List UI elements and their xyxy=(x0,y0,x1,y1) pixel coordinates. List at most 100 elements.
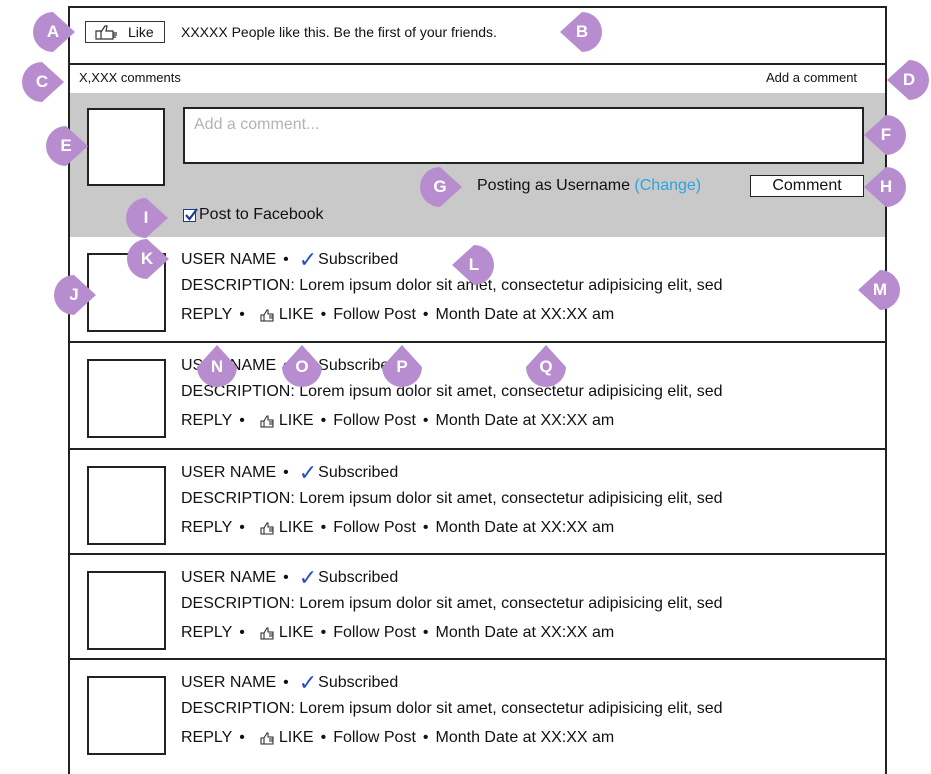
like-comment-link[interactable]: LIKE xyxy=(279,729,314,747)
comment-timestamp[interactable]: Month Date at XX:XX am xyxy=(436,306,615,324)
like-comment-link[interactable]: LIKE xyxy=(279,519,314,537)
comment-item: USER NAME • ✓ Subscribed DESCRIPTION: Lo… xyxy=(70,343,885,449)
comment-actions: REPLY • LIKE • Follow Post • Month Date … xyxy=(181,729,614,747)
thumbs-up-icon xyxy=(260,732,274,744)
marker-letter: J xyxy=(69,285,79,304)
commenter-name[interactable]: USER NAME xyxy=(181,674,276,692)
annotation-marker-p: P xyxy=(380,345,424,389)
like-comment-link[interactable]: LIKE xyxy=(279,306,314,324)
composer-avatar xyxy=(87,108,165,186)
annotation-marker-f: F xyxy=(864,113,908,157)
separator-dot: • xyxy=(283,674,289,691)
commenter-avatar xyxy=(87,466,166,545)
reply-link[interactable]: REPLY xyxy=(181,624,232,642)
comment-timestamp[interactable]: Month Date at XX:XX am xyxy=(436,729,615,747)
reply-link[interactable]: REPLY xyxy=(181,519,232,537)
thumbs-up-icon xyxy=(95,25,117,40)
reply-link[interactable]: REPLY xyxy=(181,412,232,430)
thumbs-up-icon xyxy=(260,309,274,321)
comment-actions: REPLY • LIKE • Follow Post • Month Date … xyxy=(181,306,614,324)
comment-description: DESCRIPTION: Lorem ipsum dolor sit amet,… xyxy=(181,595,723,612)
thumbs-up-icon xyxy=(260,627,274,639)
commenter-avatar xyxy=(87,359,166,438)
annotation-marker-j: J xyxy=(52,273,96,317)
subscribed-check-icon: ✓ xyxy=(298,670,318,695)
comment-timestamp[interactable]: Month Date at XX:XX am xyxy=(436,519,615,537)
comment-input[interactable]: Add a comment... xyxy=(183,107,864,164)
comment-header: USER NAME • ✓ Subscribed xyxy=(181,670,398,695)
separator-dot: • xyxy=(239,624,245,641)
commenter-name[interactable]: USER NAME xyxy=(181,251,276,269)
commenter-name[interactable]: USER NAME xyxy=(181,569,276,587)
subscribed-label[interactable]: Subscribed xyxy=(318,674,398,692)
marker-letter: P xyxy=(396,357,408,376)
follow-post-link[interactable]: Follow Post xyxy=(333,519,416,537)
marker-letter: L xyxy=(468,255,480,274)
marker-letter: G xyxy=(433,177,447,196)
marker-letter: F xyxy=(880,125,892,144)
marker-letter: D xyxy=(902,70,916,89)
annotation-marker-h: H xyxy=(864,165,908,209)
posting-as-label: Posting as Username xyxy=(477,177,630,194)
comment-count: X,XXX comments xyxy=(79,70,181,85)
like-comment-link[interactable]: LIKE xyxy=(279,624,314,642)
commenter-avatar xyxy=(87,571,166,650)
marker-letter: C xyxy=(35,72,49,91)
separator-dot: • xyxy=(239,306,245,323)
subscribed-label[interactable]: Subscribed xyxy=(318,464,398,482)
subscribed-label[interactable]: Subscribed xyxy=(318,251,398,269)
comment-actions: REPLY • LIKE • Follow Post • Month Date … xyxy=(181,412,614,430)
commenter-name[interactable]: USER NAME xyxy=(181,464,276,482)
marker-letter: N xyxy=(210,357,224,376)
annotation-marker-a: A xyxy=(31,10,75,54)
thumbs-up-icon xyxy=(260,522,274,534)
commenter-avatar xyxy=(87,676,166,755)
post-to-facebook-checkbox[interactable] xyxy=(183,207,198,222)
reply-link[interactable]: REPLY xyxy=(181,306,232,324)
separator-dot: • xyxy=(283,569,289,586)
annotation-marker-m: M xyxy=(858,268,902,312)
separator-dot: • xyxy=(320,519,327,536)
follow-post-link[interactable]: Follow Post xyxy=(333,624,416,642)
separator-dot: • xyxy=(422,306,429,323)
comment-description: DESCRIPTION: Lorem ipsum dolor sit amet,… xyxy=(181,490,723,507)
comment-header: USER NAME • ✓ Subscribed xyxy=(181,249,398,271)
comment-submit-button[interactable]: Comment xyxy=(750,175,864,197)
comment-description: DESCRIPTION: Lorem ipsum dolor sit amet,… xyxy=(181,383,723,400)
reply-link[interactable]: REPLY xyxy=(181,729,232,747)
subscribed-label[interactable]: Subscribed xyxy=(318,569,398,587)
follow-post-link[interactable]: Follow Post xyxy=(333,306,416,324)
checkmark-icon xyxy=(185,207,198,221)
comment-item: USER NAME • ✓ Subscribed DESCRIPTION: Lo… xyxy=(70,660,885,766)
post-to-facebook-option[interactable]: Post to Facebook xyxy=(183,206,324,224)
add-comment-link[interactable]: Add a comment xyxy=(766,70,857,85)
marker-letter: H xyxy=(879,177,893,196)
annotation-marker-c: C xyxy=(20,60,64,104)
marker-letter: K xyxy=(140,249,154,268)
annotation-marker-g: G xyxy=(418,165,462,209)
separator-dot: • xyxy=(283,251,289,268)
comment-actions: REPLY • LIKE • Follow Post • Month Date … xyxy=(181,624,614,642)
like-button-label: Like xyxy=(128,24,154,40)
comment-header: USER NAME • ✓ Subscribed xyxy=(181,567,398,589)
like-comment-link[interactable]: LIKE xyxy=(279,412,314,430)
posting-as-text: Posting as Username (Change) xyxy=(477,177,701,195)
follow-post-link[interactable]: Follow Post xyxy=(333,412,416,430)
follow-post-link[interactable]: Follow Post xyxy=(333,729,416,747)
comment-item: USER NAME • ✓ Subscribed DESCRIPTION: Lo… xyxy=(70,450,885,556)
separator-dot: • xyxy=(239,519,245,536)
like-button[interactable]: Like xyxy=(85,21,165,43)
separator-dot: • xyxy=(422,412,429,429)
separator-dot: • xyxy=(239,412,245,429)
change-user-link[interactable]: (Change) xyxy=(634,177,701,194)
comment-timestamp[interactable]: Month Date at XX:XX am xyxy=(436,624,615,642)
annotation-marker-i: I xyxy=(124,196,168,240)
annotation-marker-l: L xyxy=(452,243,496,287)
marker-letter: A xyxy=(46,22,60,41)
like-count-text: XXXXX People like this. Be the first of … xyxy=(181,24,497,40)
separator-dot: • xyxy=(320,729,327,746)
marker-letter: I xyxy=(143,208,149,227)
comment-timestamp[interactable]: Month Date at XX:XX am xyxy=(436,412,615,430)
thumbs-up-icon xyxy=(260,415,274,427)
annotation-marker-n: N xyxy=(195,345,239,389)
